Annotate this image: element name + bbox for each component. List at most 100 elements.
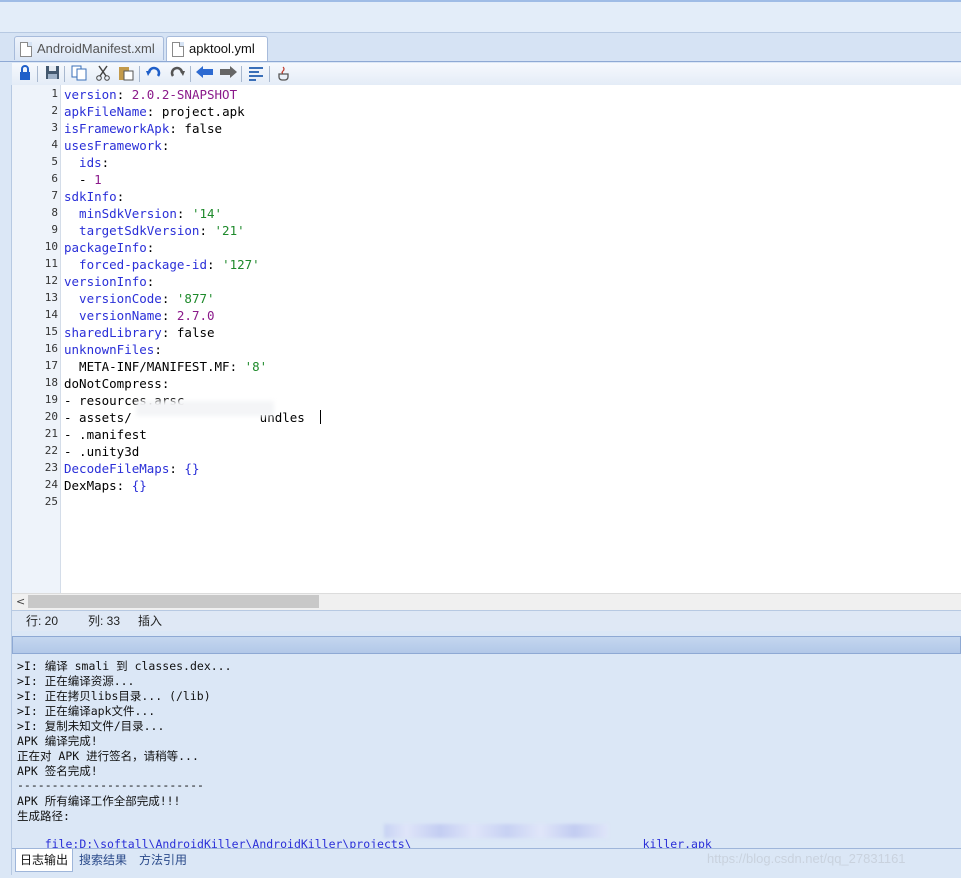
tab-label: apktool.yml — [189, 41, 255, 56]
copy-icon[interactable] — [70, 65, 88, 83]
yaml-text: : — [116, 87, 132, 102]
yaml-value: {} — [184, 461, 200, 476]
yaml-key: unknownFiles — [64, 342, 155, 357]
back-arrow-icon[interactable] — [196, 65, 214, 83]
yaml-value: '877' — [176, 291, 215, 306]
yaml-text: : — [199, 223, 215, 238]
line-number: 11 — [44, 257, 58, 270]
code-line: isFrameworkApk: false — [64, 121, 222, 136]
yaml-text: : — [207, 257, 223, 272]
code-line: sdkInfo: — [64, 189, 124, 204]
line-number: 4 — [51, 138, 58, 151]
watermark: https://blog.csdn.net/qq_27831161 — [707, 851, 906, 866]
tab-androidmanifest[interactable]: AndroidManifest.xml — [14, 36, 164, 60]
tab-log-output[interactable]: 日志输出 — [15, 849, 74, 872]
yaml-text: : — [169, 461, 185, 476]
line-number: 19 — [44, 393, 58, 406]
undo-icon[interactable] — [145, 65, 163, 83]
code-line: versionInfo: — [64, 274, 154, 289]
line-number: 9 — [51, 223, 58, 236]
code-line: targetSdkVersion: '21' — [64, 223, 245, 238]
code-line: unknownFiles: — [64, 342, 162, 357]
log-line: --------------------------- — [17, 778, 204, 792]
save-icon[interactable] — [43, 65, 61, 83]
yaml-value: '14' — [191, 206, 223, 221]
line-number: 1 — [51, 87, 58, 100]
code-line: doNotCompress: — [64, 376, 169, 391]
format-icon[interactable] — [247, 65, 265, 83]
yaml-key: versionCode — [64, 291, 162, 306]
log-line: >I: 复制未知文件/目录... — [17, 719, 165, 733]
yaml-text: : — [161, 291, 177, 306]
redacted-path-blur — [384, 824, 608, 838]
yaml-value: '127' — [222, 257, 260, 272]
forward-arrow-icon[interactable] — [219, 65, 237, 83]
status-bar: 行: 20 列: 33 插入 — [12, 610, 961, 631]
yaml-key: ids — [64, 155, 102, 170]
file-icon — [172, 42, 184, 57]
yaml-text: DexMaps: — [64, 478, 132, 493]
yaml-text: : — [146, 240, 155, 255]
yaml-key: version — [64, 87, 117, 102]
yaml-text: : — [161, 138, 170, 153]
panel-splitter[interactable] — [12, 636, 961, 654]
yaml-text: : — [154, 342, 162, 357]
code-line: - .manifest — [64, 427, 147, 442]
yaml-value: 1 — [94, 172, 102, 187]
code-editor[interactable]: 1 2 3 4 5 6 7 8 9 10 11 12 13 14 15 16 17 18 19 20 21 22 23 24 2… — [12, 85, 961, 593]
yaml-text: : — [169, 121, 185, 136]
line-number: 12 — [44, 274, 58, 287]
redo-icon[interactable] — [168, 65, 186, 83]
log-output-panel[interactable]: >I: 编译 smali 到 classes.dex... >I: 正在编译资源.… — [12, 655, 961, 851]
code-line: DexMaps: {} — [64, 478, 147, 493]
log-line: >I: 编译 smali 到 classes.dex... — [17, 659, 232, 673]
line-number: 15 — [44, 325, 58, 338]
yaml-value: project.apk — [161, 104, 245, 119]
yaml-key: forced-package-id — [64, 257, 207, 272]
yaml-text: - .manifest — [64, 427, 147, 442]
code-line: DecodeFileMaps: {} — [64, 461, 199, 476]
code-line: sharedLibrary: false — [64, 325, 215, 340]
line-number: 13 — [44, 291, 58, 304]
tab-apktool[interactable]: apktool.yml — [166, 36, 268, 61]
line-number: 7 — [51, 189, 58, 202]
row-indicator: 行: 20 — [26, 614, 59, 628]
yaml-key: minSdkVersion — [64, 206, 177, 221]
yaml-key: isFrameworkApk — [64, 121, 170, 136]
yaml-key: usesFramework — [64, 138, 162, 153]
scroll-left-icon[interactable]: < — [16, 594, 25, 609]
column-indicator: 列: 33 — [88, 614, 121, 628]
cut-icon[interactable] — [94, 65, 112, 83]
yaml-value: 2.0.2-SNAPSHOT — [131, 87, 238, 102]
paste-icon[interactable] — [117, 65, 135, 83]
yaml-text: : — [101, 155, 110, 170]
code-line: apkFileName: project.apk — [64, 104, 245, 119]
redacted-region — [136, 401, 274, 416]
yaml-text: : — [161, 325, 177, 340]
scrollbar-thumb[interactable] — [28, 595, 319, 608]
editor-toolbar — [12, 63, 961, 86]
code-line: - 1 — [64, 172, 102, 187]
code-line: ids: — [64, 155, 109, 170]
code-line: versionCode: '877' — [64, 291, 215, 306]
yaml-key: apkFileName — [64, 104, 147, 119]
line-number: 5 — [51, 155, 58, 168]
yaml-text: META-INF/MANIFEST.MF: — [64, 359, 245, 374]
horizontal-scrollbar[interactable]: < — [12, 593, 961, 610]
code-line: minSdkVersion: '14' — [64, 206, 222, 221]
yaml-text: - — [64, 172, 95, 187]
java-icon[interactable] — [275, 65, 293, 83]
tab-method-references[interactable]: 方法引用 — [139, 849, 187, 871]
top-band — [0, 0, 961, 33]
insert-mode-indicator: 插入 — [138, 614, 163, 628]
code-line: META-INF/MANIFEST.MF: '8' — [64, 359, 267, 374]
line-number: 24 — [44, 478, 58, 491]
yaml-key: sdkInfo — [64, 189, 117, 204]
tab-search-results[interactable]: 搜索结果 — [79, 849, 127, 871]
code-line: version: 2.0.2-SNAPSHOT — [64, 87, 237, 102]
log-line: >I: 正在编译资源... — [17, 674, 135, 688]
log-line: >I: 正在编译apk文件... — [17, 704, 156, 718]
text-caret — [320, 410, 321, 424]
yaml-key: versionName — [64, 308, 162, 323]
lock-icon[interactable] — [16, 65, 34, 83]
